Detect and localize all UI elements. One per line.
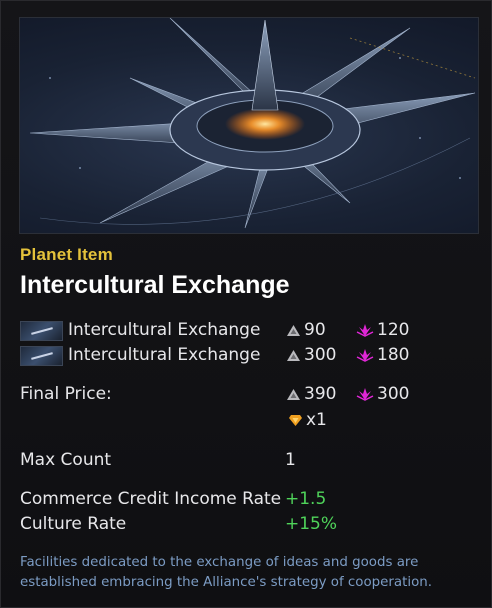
crystal-cost-value: 120: [377, 320, 410, 340]
crystal-resource-icon: [356, 388, 374, 401]
max-count-label: Max Count: [20, 450, 112, 470]
item-title: Intercultural Exchange: [20, 271, 290, 299]
metal-cost: 300: [286, 345, 336, 365]
max-count-value: 1: [285, 450, 296, 470]
stat-row: Commerce Credit Income Rate +1.5: [20, 489, 480, 513]
stat-label: Culture Rate: [20, 514, 127, 534]
space-station-illustration: [29, 18, 476, 229]
stat-value: +15%: [285, 514, 338, 534]
component-thumbnail: [20, 346, 63, 366]
component-thumbnail: [20, 321, 63, 341]
stat-row: Culture Rate +15%: [20, 514, 480, 538]
component-row: Intercultural Exchange 300 180: [20, 345, 480, 369]
gem-icon: [289, 414, 302, 426]
final-gem-value: x1: [306, 410, 327, 430]
final-crystal-cost: 300: [356, 384, 409, 404]
component-name: Intercultural Exchange: [68, 345, 261, 365]
stat-label: Commerce Credit Income Rate: [20, 489, 282, 509]
crystal-cost: 180: [356, 345, 409, 365]
crystal-resource-icon: [356, 349, 374, 362]
max-count-row: Max Count 1: [20, 450, 480, 474]
metal-cost-value: 90: [304, 320, 326, 340]
metal-resource-icon: [287, 324, 300, 336]
component-name: Intercultural Exchange: [68, 320, 261, 340]
metal-cost: 90: [286, 320, 326, 340]
final-crystal-value: 300: [377, 384, 410, 404]
component-row: Intercultural Exchange 90 120: [20, 320, 480, 344]
final-price-row: Final Price: 390 300 x1: [20, 384, 480, 434]
crystal-resource-icon: [356, 324, 374, 337]
final-price-label: Final Price:: [20, 384, 112, 404]
final-metal-value: 390: [304, 384, 337, 404]
item-artwork: [19, 17, 479, 234]
final-metal-cost: 390: [286, 384, 336, 404]
final-gem-cost: x1: [288, 410, 327, 430]
stat-value: +1.5: [285, 489, 327, 509]
metal-cost-value: 300: [304, 345, 337, 365]
item-description: Facilities dedicated to the exchange of …: [20, 555, 433, 590]
crystal-cost: 120: [356, 320, 409, 340]
item-tooltip-card: Planet Item Intercultural Exchange Inter…: [0, 0, 492, 608]
metal-resource-icon: [287, 349, 300, 361]
metal-resource-icon: [287, 388, 300, 400]
item-category: Planet Item: [20, 245, 113, 264]
crystal-cost-value: 180: [377, 345, 410, 365]
